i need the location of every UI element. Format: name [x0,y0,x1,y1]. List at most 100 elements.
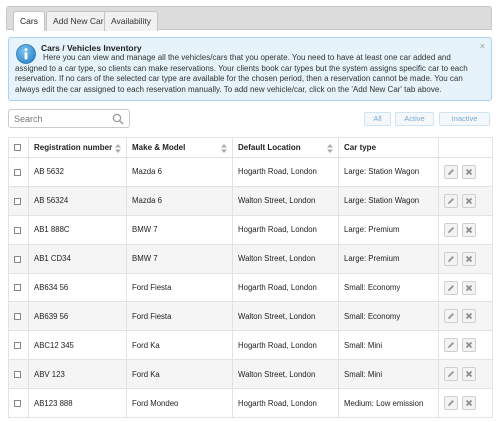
info-panel: Cars / Vehicles Inventory Here you can v… [8,37,492,101]
actions-cell [438,388,493,419]
car-type-cell: Large: Premium [338,214,439,245]
cars-table: Registration number Make & Model Default… [8,137,493,419]
row-select-cell [8,330,29,361]
row-checkbox[interactable] [14,197,21,205]
search-input[interactable] [9,110,119,127]
sort-icon[interactable] [327,144,333,153]
column-header-car-type: Car type [338,137,439,158]
registration-cell: AB123 888 [28,388,127,419]
location-cell: Walton Street, London [232,301,339,332]
row-checkbox[interactable] [14,342,21,350]
make-model-cell: BMW 7 [126,214,233,245]
row-select-cell [8,157,29,187]
car-type-cell: Large: Station Wagon [338,185,439,216]
edit-button[interactable] [444,164,458,179]
registration-cell: AB634 56 [28,272,127,303]
sort-icon[interactable] [221,144,227,153]
table-row[interactable]: AB123 888 Ford Mondeo Hogarth Road, Lond… [8,388,493,419]
column-header-actions [438,137,493,158]
info-body: Here you can view and manage all the veh… [15,53,468,94]
close-icon[interactable]: × [480,41,485,51]
edit-button[interactable] [444,367,458,382]
row-checkbox[interactable] [14,255,21,263]
tab-add-new-car[interactable]: Add New Car [46,11,111,31]
sort-icon[interactable] [115,144,121,153]
search-icon[interactable] [112,113,124,125]
edit-button[interactable] [444,251,458,266]
row-checkbox[interactable] [14,284,21,292]
location-cell: Hogarth Road, London [232,330,339,361]
actions-cell [438,272,493,303]
delete-button[interactable] [462,251,477,266]
actions-cell [438,301,493,332]
delete-button[interactable] [462,396,477,411]
car-type-cell: Large: Premium [338,243,439,274]
select-all-checkbox[interactable] [14,144,21,152]
row-checkbox[interactable] [14,313,21,321]
pencil-icon [448,197,454,204]
location-cell: Walton Street, London [232,185,339,216]
car-type-cell: Small: Mini [338,330,439,361]
info-title: Cars / Vehicles Inventory [41,43,142,53]
column-header-location[interactable]: Default Location [232,137,339,158]
make-model-cell: Mazda 6 [126,157,233,187]
delete-button[interactable] [462,164,477,179]
car-type-cell: Large: Station Wagon [338,157,439,187]
column-header-label: Make & Model [132,143,186,152]
edit-button[interactable] [444,280,458,295]
registration-cell: ABV 123 [28,359,127,390]
table-row[interactable]: AB634 56 Ford Fiesta Hogarth Road, Londo… [8,272,493,303]
actions-cell [438,185,493,216]
table-row[interactable]: AB 56324 Mazda 6 Walton Street, London L… [8,185,493,216]
filter-inactive-button[interactable]: Inactive [439,112,490,126]
table-row[interactable]: ABC12 345 Ford Ka Hogarth Road, London S… [8,330,493,361]
delete-icon [466,342,473,349]
tab-availability[interactable]: Availability [104,11,159,31]
table-row[interactable]: AB639 56 Ford Fiesta Walton Street, Lond… [8,301,493,332]
column-header-make-model[interactable]: Make & Model [126,137,233,158]
registration-cell: AB 5632 [28,157,127,187]
pencil-icon [448,226,454,233]
filter-active-button[interactable]: Active [395,112,434,126]
actions-cell [438,359,493,390]
edit-button[interactable] [444,193,458,208]
make-model-cell: BMW 7 [126,243,233,274]
make-model-cell: Ford Ka [126,330,233,361]
location-cell: Hogarth Road, London [232,272,339,303]
column-header-registration[interactable]: Registration number [28,137,127,158]
make-model-cell: Ford Mondeo [126,388,233,419]
table-row[interactable]: AB1 CD34 BMW 7 Walton Street, London Lar… [8,243,493,274]
delete-button[interactable] [462,280,477,295]
row-checkbox[interactable] [14,168,21,176]
delete-button[interactable] [462,222,477,237]
select-all-cell [8,137,29,158]
location-cell: Hogarth Road, London [232,214,339,245]
row-checkbox[interactable] [14,400,21,407]
tab-cars[interactable]: Cars [13,11,45,31]
delete-button[interactable] [462,193,477,208]
delete-button[interactable] [462,309,477,324]
table-row[interactable]: AB1 888C BMW 7 Hogarth Road, London Larg… [8,214,493,245]
delete-icon [466,168,473,176]
table-row[interactable]: AB 5632 Mazda 6 Hogarth Road, London Lar… [8,157,493,187]
row-checkbox[interactable] [14,371,21,379]
pencil-icon [448,168,454,175]
delete-icon [466,371,473,378]
registration-cell: AB1 888C [28,214,127,245]
delete-button[interactable] [462,338,477,353]
edit-button[interactable] [444,309,458,324]
make-model-cell: Ford Fiesta [126,272,233,303]
column-header-label: Car type [344,143,377,152]
table-row[interactable]: ABV 123 Ford Ka Walton Street, London Sm… [8,359,493,390]
edit-button[interactable] [444,222,458,237]
delete-icon [466,197,473,204]
actions-cell [438,330,493,361]
column-header-label: Default Location [238,143,301,152]
delete-button[interactable] [462,367,477,382]
edit-button[interactable] [444,338,458,353]
row-checkbox[interactable] [14,226,21,234]
location-cell: Hogarth Road, London [232,157,339,187]
edit-button[interactable] [444,396,458,411]
location-cell: Walton Street, London [232,359,339,390]
filter-all-button[interactable]: All [364,112,391,126]
